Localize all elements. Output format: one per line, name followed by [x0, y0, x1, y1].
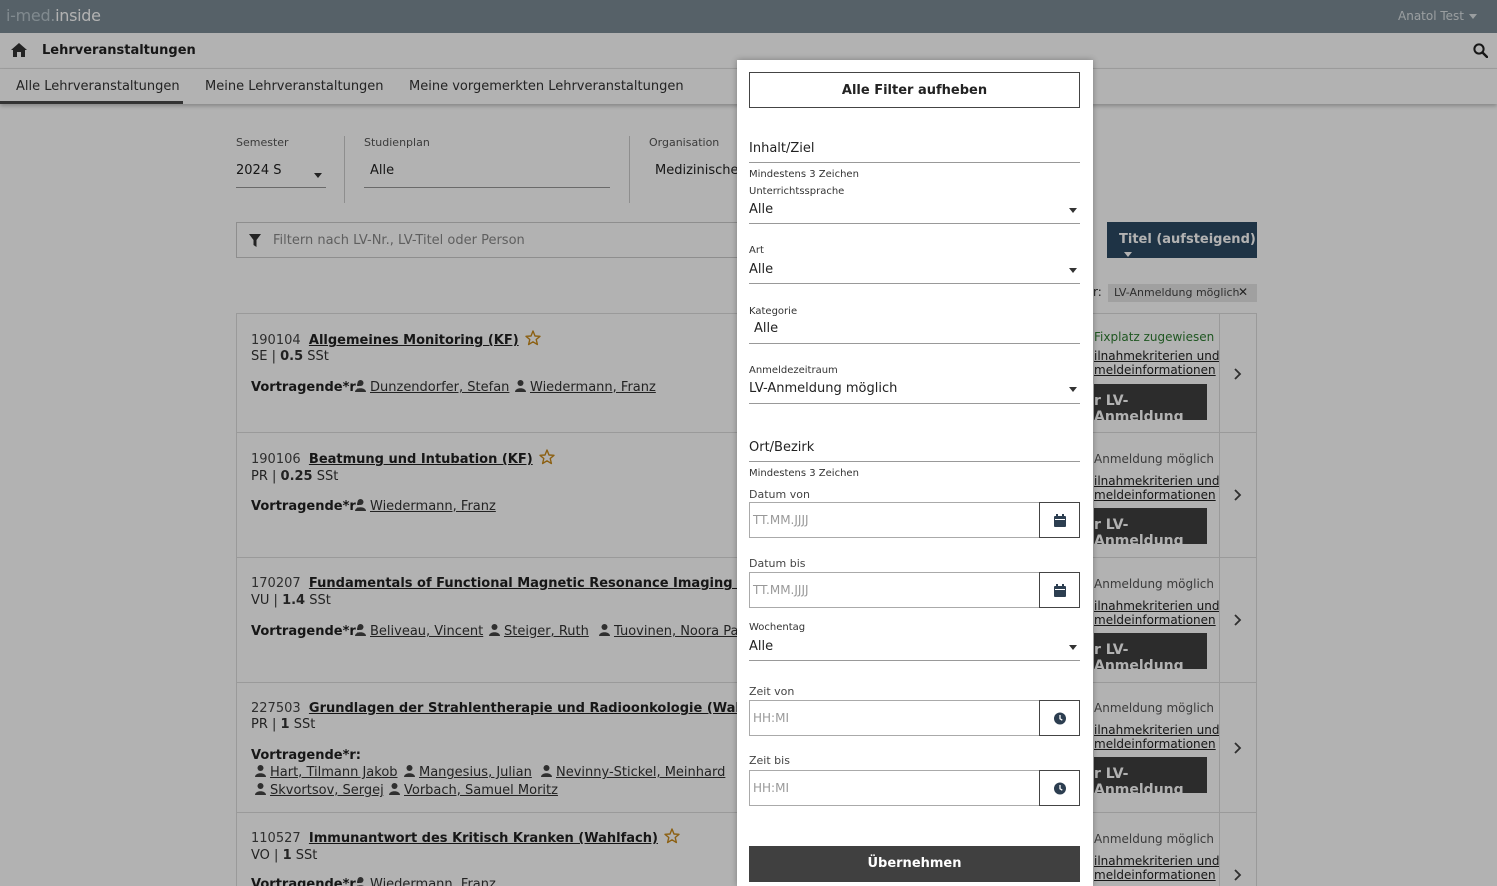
zeit-von-label: Zeit von	[749, 685, 795, 698]
ort-input[interactable]: Ort/Bezirk	[749, 440, 814, 455]
sprache-underline	[749, 223, 1080, 224]
art-label: Art	[749, 245, 764, 256]
datum-bis-label: Datum bis	[749, 557, 806, 570]
datum-von-input[interactable]: TT.MM.JJJJ	[749, 502, 1040, 538]
wochentag-label: Wochentag	[749, 622, 806, 633]
zeit-bis-label: Zeit bis	[749, 754, 790, 767]
caret-down-icon	[1069, 208, 1077, 213]
calendar-icon	[1054, 514, 1066, 527]
calendar-icon	[1054, 584, 1066, 597]
zeit-von-clock-button[interactable]	[1039, 700, 1080, 736]
inhalt-underline	[749, 162, 1080, 163]
kategorie-underline	[749, 343, 1080, 344]
sprache-select[interactable]: Alle	[749, 202, 773, 217]
caret-down-icon	[1069, 268, 1077, 273]
inhalt-hint: Mindestens 3 Zeichen	[749, 169, 859, 180]
wochentag-select[interactable]: Alle	[749, 639, 773, 654]
anmeldezeitraum-label: Anmeldezeitraum	[749, 365, 838, 376]
apply-button[interactable]: Übernehmen	[749, 846, 1080, 882]
zeit-bis-clock-button[interactable]	[1039, 770, 1080, 806]
zeit-bis-input[interactable]: HH:MI	[749, 770, 1040, 806]
wochentag-underline	[749, 660, 1080, 661]
art-underline	[749, 283, 1080, 284]
anmeldezeitraum-underline	[749, 403, 1080, 404]
clock-icon	[1054, 782, 1066, 795]
caret-down-icon	[1069, 645, 1077, 650]
datum-von-calendar-button[interactable]	[1039, 502, 1080, 538]
datum-von-label: Datum von	[749, 488, 810, 501]
datum-bis-calendar-button[interactable]	[1039, 572, 1080, 608]
kategorie-label: Kategorie	[749, 306, 798, 317]
ort-underline	[749, 461, 1080, 462]
sprache-label: Unterrichtssprache	[749, 186, 845, 197]
filter-panel: Alle Filter aufheben Inhalt/Ziel Mindest…	[737, 60, 1093, 886]
datum-bis-input[interactable]: TT.MM.JJJJ	[749, 572, 1040, 608]
zeit-von-input[interactable]: HH:MI	[749, 700, 1040, 736]
clock-icon	[1054, 712, 1066, 725]
clear-filters-button[interactable]: Alle Filter aufheben	[749, 72, 1080, 108]
kategorie-input[interactable]: Alle	[754, 321, 778, 336]
caret-down-icon	[1069, 387, 1077, 392]
art-select[interactable]: Alle	[749, 262, 773, 277]
ort-hint: Mindestens 3 Zeichen	[749, 468, 859, 479]
anmeldezeitraum-select[interactable]: LV-Anmeldung möglich	[749, 381, 897, 396]
inhalt-input[interactable]: Inhalt/Ziel	[749, 141, 815, 156]
